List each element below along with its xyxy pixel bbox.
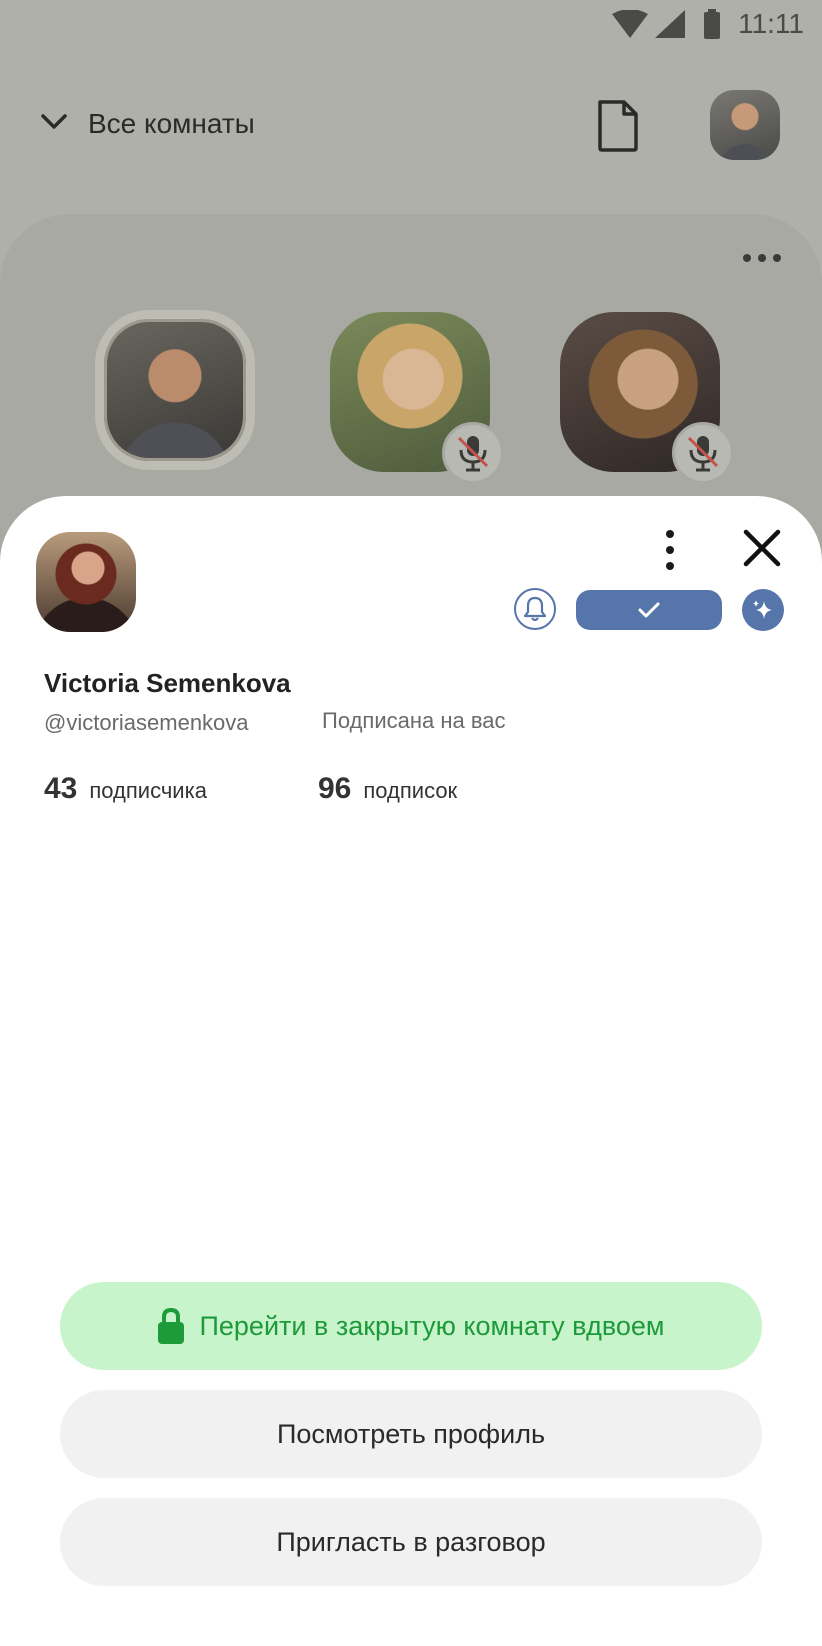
following-stat[interactable]: 96 подписок bbox=[318, 772, 457, 806]
lock-icon bbox=[158, 1307, 185, 1344]
wifi-icon bbox=[612, 10, 648, 38]
document-icon[interactable] bbox=[596, 98, 640, 154]
profile-handle: @victoriasemenkova bbox=[44, 710, 249, 735]
invite-button[interactable]: Пригласть в разговор bbox=[60, 1498, 762, 1586]
following-button[interactable] bbox=[576, 590, 722, 630]
followers-label: подписчика bbox=[89, 778, 207, 803]
profile-sheet: Victoria Semenkova @victoriasemenkova По… bbox=[0, 496, 822, 1646]
rooms-filter-dropdown[interactable]: Все комнаты bbox=[88, 108, 255, 140]
follows-you-label: Подписана на вас bbox=[322, 708, 506, 733]
followers-stat[interactable]: 43 подписчика bbox=[44, 772, 207, 806]
bell-icon bbox=[523, 596, 547, 622]
invite-label: Пригласть в разговор bbox=[276, 1526, 546, 1557]
private-room-button[interactable]: Перейти в закрытую комнату вдвоем bbox=[60, 1282, 762, 1370]
mic-off-icon bbox=[442, 422, 504, 484]
profile-name: Victoria Semenkova bbox=[44, 668, 291, 698]
speaker-avatar[interactable] bbox=[560, 312, 734, 484]
top-bar: Все комнаты bbox=[0, 90, 822, 160]
check-icon bbox=[638, 602, 660, 618]
followers-count: 43 bbox=[44, 772, 78, 805]
sparkle-icon bbox=[753, 600, 772, 619]
notifications-button[interactable] bbox=[514, 588, 556, 630]
more-horizontal-icon[interactable] bbox=[742, 252, 782, 264]
signal-icon bbox=[655, 10, 685, 38]
following-label: подписок bbox=[363, 778, 458, 803]
chevron-down-icon[interactable] bbox=[40, 112, 68, 132]
speaker-avatar[interactable] bbox=[95, 310, 255, 470]
more-vertical-icon[interactable] bbox=[652, 528, 688, 572]
private-room-label: Перейти в закрытую комнату вдвоем bbox=[199, 1310, 665, 1341]
mic-off-icon bbox=[672, 422, 734, 484]
status-time: 11:11 bbox=[738, 8, 804, 39]
my-avatar[interactable] bbox=[710, 90, 780, 160]
view-profile-button[interactable]: Посмотреть профиль bbox=[60, 1390, 762, 1478]
close-icon[interactable] bbox=[742, 528, 782, 568]
sparkle-button[interactable] bbox=[742, 589, 784, 631]
speaker-avatar[interactable] bbox=[330, 312, 504, 484]
following-count: 96 bbox=[318, 772, 352, 805]
status-bar: 11:11 bbox=[0, 0, 822, 52]
battery-icon bbox=[704, 9, 720, 39]
view-profile-label: Посмотреть профиль bbox=[276, 1418, 546, 1449]
profile-avatar[interactable] bbox=[36, 532, 136, 632]
